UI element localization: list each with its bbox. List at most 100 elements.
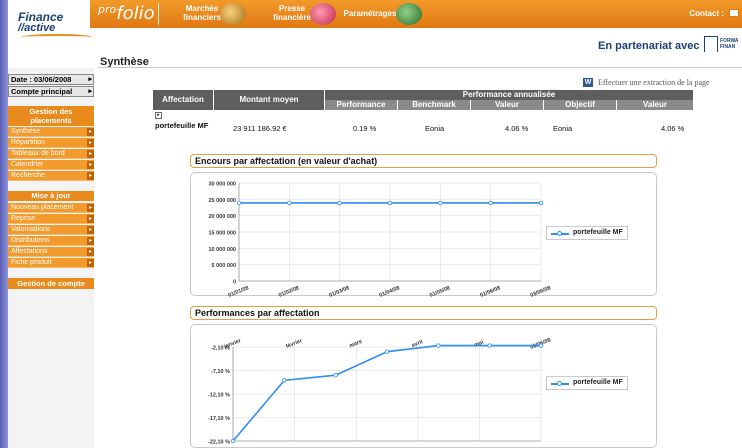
col-header-montant-moyen: Montant moyen <box>214 90 324 110</box>
x-tick-label: janvier <box>222 338 242 351</box>
chart1-legend: portefeuille MF <box>546 226 628 240</box>
finance-active-logo[interactable]: Finance //active <box>8 0 92 44</box>
y-tick-label: -7,10 % <box>211 369 230 375</box>
col-header-valeur: Valeur <box>471 100 543 110</box>
arrow-right-icon: ▸ <box>87 226 94 234</box>
arrow-right-icon: ▸ <box>87 259 94 267</box>
market-icon[interactable] <box>220 3 246 25</box>
x-tick-label: 01/06/08 <box>479 285 501 297</box>
data-point <box>230 438 236 444</box>
word-export-icon[interactable]: W <box>583 78 593 87</box>
logo-swoosh <box>22 34 92 40</box>
cell-affectation[interactable]: portefeuille MF <box>155 121 211 130</box>
data-point <box>387 200 393 206</box>
sidebar-item-distributions[interactable]: Distributions ▸ <box>8 236 94 246</box>
arrow-right-icon: ▸ <box>87 139 94 147</box>
section-title: Gestion de compte <box>17 279 85 288</box>
col-header-valeur-2: Valeur <box>617 100 693 110</box>
cell-performance: 0.19 % <box>353 124 377 133</box>
cell-montant: 23 911 186.92 € <box>233 124 287 133</box>
cell-valeur: 4.06 % <box>505 124 529 133</box>
settings-person-icon[interactable] <box>396 3 422 25</box>
y-tick-label: 25 000 000 <box>208 198 236 204</box>
brand-name: folio <box>116 3 155 24</box>
chart2-panel: -2,10 % -7,10 % -12,10 % -17,10 % -22,10 % ja… <box>190 324 657 448</box>
data-point <box>282 378 287 383</box>
extract-page-link[interactable]: Effectuer une extraction de la page <box>598 78 710 87</box>
data-point <box>333 373 338 378</box>
col-header-objectif: Objectif <box>544 100 616 110</box>
x-tick-label: 01/05/08 <box>429 285 451 297</box>
data-point <box>337 200 342 206</box>
sidebar-item-label: Affectations <box>11 248 48 255</box>
partner-logo-mark <box>704 36 718 52</box>
chart1-panel: 30 000 000 25 000 000 20 000 000 15 000 000… <box>190 172 657 299</box>
sidebar-item-nouveau-placement[interactable]: Nouveau placement ▸ <box>8 203 94 213</box>
sidebar-item-reprise[interactable]: Reprise ▸ <box>8 214 94 224</box>
date-label: Date : 03/06/2008 <box>11 75 72 84</box>
legend-marker <box>557 231 562 236</box>
mail-icon[interactable] <box>729 9 739 17</box>
arrow-right-icon: ▸ <box>87 172 94 180</box>
partner-logo[interactable]: FORWA FINAN <box>704 34 742 58</box>
sidebar-item-synthese[interactable]: Synthèse ▸ <box>8 127 94 137</box>
sidebar-item-tableaux-de-bord[interactable]: Tableaux de bord ▸ <box>8 149 94 159</box>
sidebar-item-label: Distributions <box>11 237 50 244</box>
x-tick-label: 01/04/08 <box>379 285 401 297</box>
sidebar-item-affectations[interactable]: Affectations ▸ <box>8 247 94 257</box>
chevron-right-icon: ▸ <box>88 88 92 95</box>
sidebar-item-label: Fiche produit <box>11 259 52 266</box>
x-tick-label: 03/06/08 <box>530 285 552 297</box>
y-tick-label: -22,10 % <box>208 440 230 446</box>
y-tick-label: 0 <box>233 280 236 286</box>
menu-presse-label: Presse financière <box>273 4 311 22</box>
sidebar-item-label: Reprise <box>11 215 36 222</box>
x-tick-label: 01/01/08 <box>228 285 250 297</box>
partner-logo-text: FORWA FINAN <box>720 38 739 50</box>
data-point <box>436 343 441 348</box>
sidebar-item-fiche-produit[interactable]: Fiche produit ▸ <box>8 258 94 268</box>
data-point <box>384 349 390 354</box>
arrow-right-icon: ▸ <box>87 237 94 245</box>
date-selector[interactable]: Date : 03/06/2008 ▸ <box>8 74 94 85</box>
menu-parametrages-label: Paramétrages <box>343 9 397 18</box>
contact-link[interactable]: Contact : <box>689 9 724 18</box>
sidebar-item-label: Tableaux de bord <box>11 150 65 157</box>
arrow-right-icon: ▸ <box>87 204 94 212</box>
y-tick-label: 5 000 000 <box>212 263 236 269</box>
x-tick-label: 01/02/08 <box>278 285 300 297</box>
y-tick-label: -17,10 % <box>208 416 230 422</box>
sidebar-item-repartition[interactable]: Répartition ▸ <box>8 138 94 148</box>
legend-label: portefeuille MF <box>573 229 623 236</box>
sidebar-item-calendrier[interactable]: Calendrier ▸ <box>8 160 94 170</box>
sidebar-item-label: Nouveau placement <box>11 204 74 211</box>
account-selector[interactable]: Compte principal ▸ <box>8 86 94 97</box>
logo-line2: //active <box>18 22 56 34</box>
partner-logo-line2: FINAN <box>720 44 736 50</box>
col-header-affectation: Affectation <box>153 90 213 110</box>
brand-separator <box>158 3 159 25</box>
account-label: Compte principal <box>11 87 73 96</box>
press-icon[interactable] <box>310 3 336 25</box>
cell-valeur-2: 4.06 % <box>661 124 685 133</box>
sidebar-item-recherche[interactable]: Recherche ▸ <box>8 171 94 181</box>
cell-objectif: Eonia <box>553 124 573 133</box>
data-point <box>438 200 443 206</box>
chart2-legend: portefeuille MF <box>546 376 628 390</box>
series-line <box>232 344 541 442</box>
legend-marker <box>557 381 562 386</box>
sidebar-item-label: Calendrier <box>11 161 44 168</box>
sidebar-item-valorisations[interactable]: Valorisations ▸ <box>8 225 94 235</box>
brand-prefix: pro <box>98 3 117 16</box>
section-title: Mise à jour <box>31 191 71 200</box>
menu-parametrages[interactable]: Paramétrages <box>340 9 400 18</box>
section-gestion-de-compte[interactable]: Gestion de compte <box>8 278 94 289</box>
title-divider <box>98 67 742 68</box>
logo-text: Finance //active <box>18 11 63 34</box>
expand-row-icon[interactable]: ▸ <box>155 112 162 119</box>
x-tick-label: 01/03/08 <box>328 285 350 297</box>
sidebar-item-label: Répartition <box>11 139 45 146</box>
cell-benchmark: Eonia <box>425 124 445 133</box>
profolio-brand[interactable]: profolio <box>98 3 155 24</box>
legend-label: portefeuille MF <box>573 379 623 386</box>
